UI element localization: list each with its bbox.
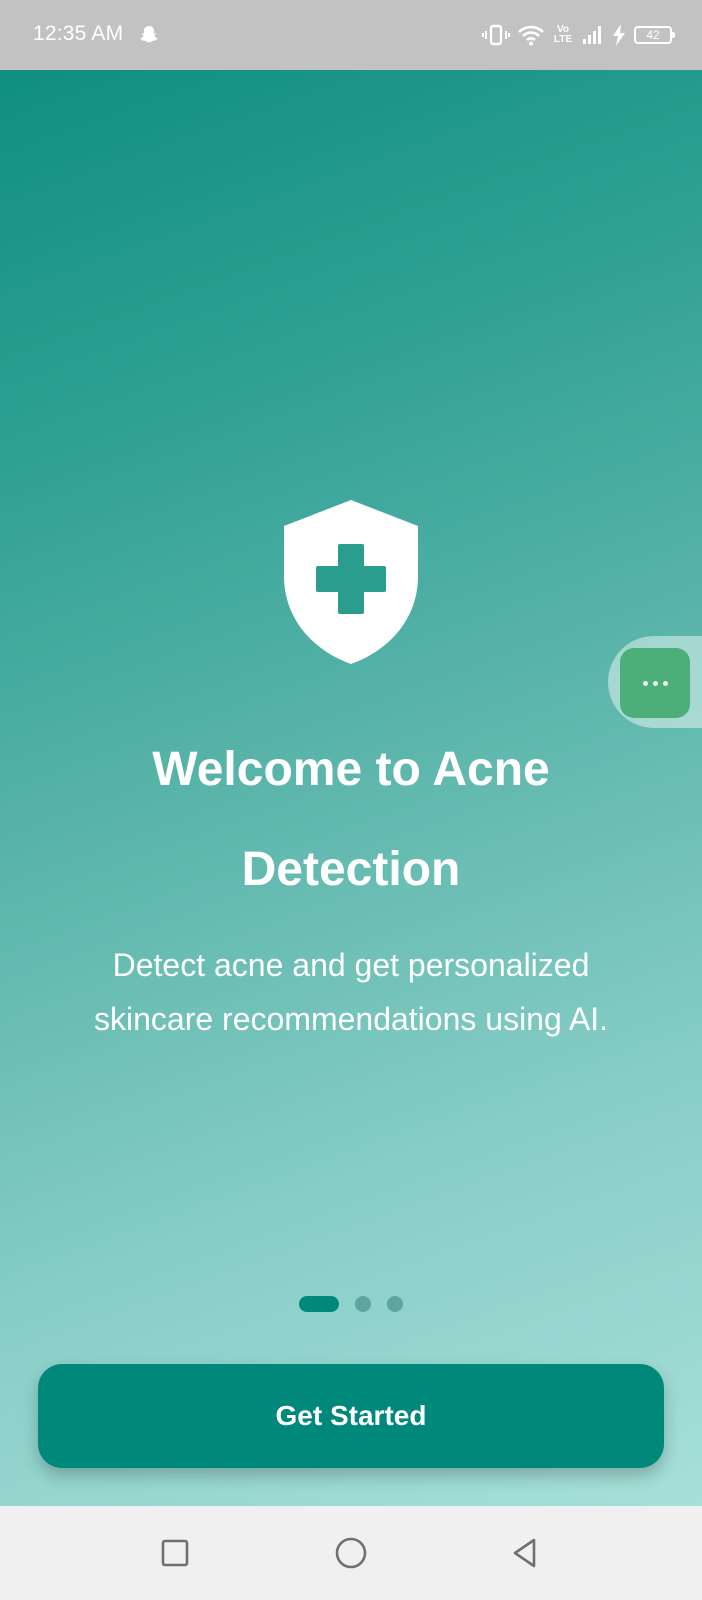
battery-icon: 42	[634, 26, 675, 44]
wifi-icon	[518, 25, 544, 46]
dot-3	[662, 680, 668, 686]
page-subtitle: Detect acne and get personalized skincar…	[93, 947, 609, 1037]
title-line-1: Welcome to Acne	[152, 743, 550, 796]
shield-plus-icon	[284, 500, 418, 664]
dot-2	[652, 680, 658, 686]
page-indicator	[0, 1296, 702, 1312]
status-time: 12:35 AM	[33, 22, 124, 45]
volte-bottom-label: LTE	[553, 34, 573, 45]
floating-bubble	[608, 636, 702, 728]
volte-icon: Vo LTE	[552, 25, 574, 45]
home-icon	[335, 1537, 367, 1569]
page-dot[interactable]	[387, 1296, 403, 1312]
page-dot[interactable]	[355, 1296, 371, 1312]
page-dot-active[interactable]	[299, 1296, 339, 1312]
recent-apps-icon	[161, 1539, 189, 1567]
status-bar: 12:35 AM Vo LTE 42	[0, 0, 702, 70]
recent-apps-button[interactable]	[152, 1530, 198, 1576]
home-button[interactable]	[328, 1530, 374, 1576]
snapchat-ghost-icon	[140, 25, 158, 43]
back-button[interactable]	[502, 1530, 548, 1576]
status-icons: Vo LTE 42	[482, 20, 675, 50]
signal-icon	[583, 26, 601, 44]
vibrate-icon	[482, 24, 510, 46]
battery-level: 42	[646, 28, 660, 42]
more-dots-icon[interactable]	[620, 648, 690, 718]
back-icon	[513, 1538, 536, 1568]
charging-icon	[613, 24, 625, 46]
title-line-2: Detection	[241, 843, 461, 896]
dot-1	[642, 680, 648, 686]
navigation-bar	[0, 1506, 702, 1600]
onboarding-screen: Welcome to Acne Detection Detect acne an…	[0, 70, 702, 1506]
get-started-button[interactable]: Get Started	[38, 1364, 664, 1468]
